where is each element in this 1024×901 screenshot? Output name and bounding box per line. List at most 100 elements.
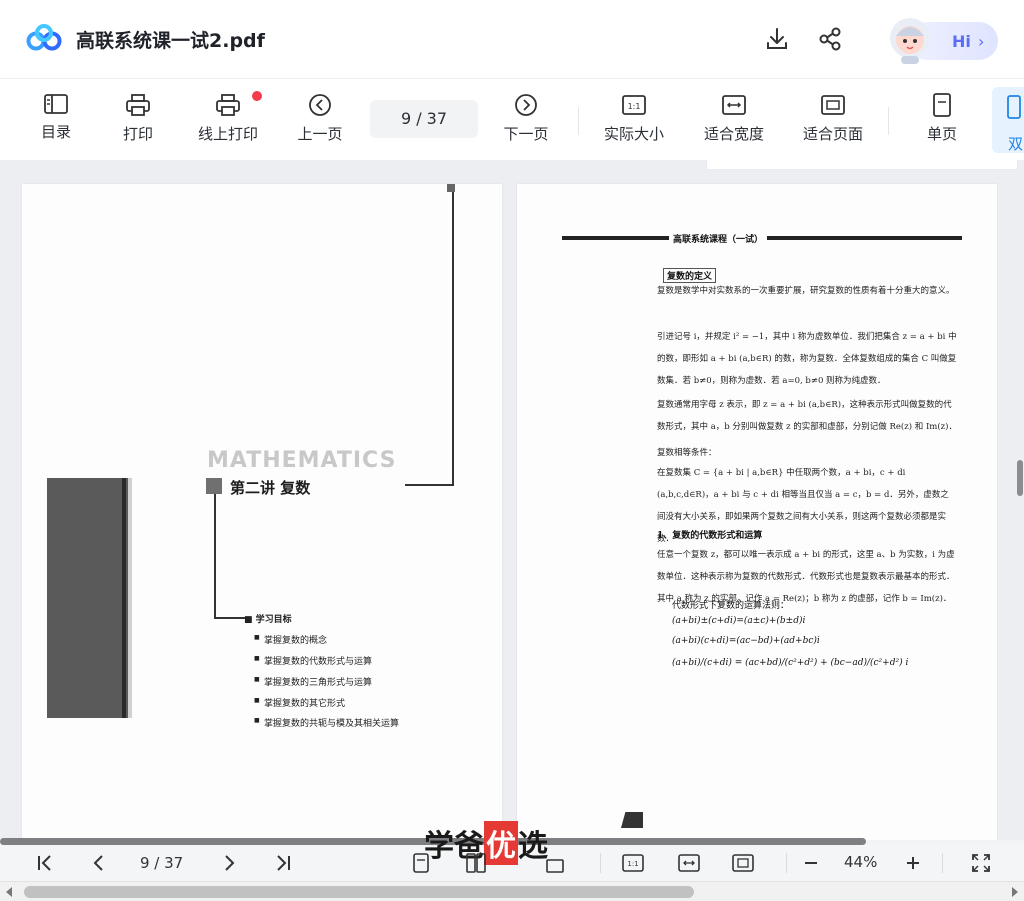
document-viewer[interactable]: MATHEMATICS 第二讲 复数 ■ 学习目标 掌握复数的概念 掌握复数的代… [0, 160, 1024, 840]
page-number-input[interactable]: 9 / 37 [370, 100, 478, 138]
vertical-scroll-thumb[interactable] [1017, 460, 1023, 496]
goals-heading-text: 学习目标 [255, 615, 292, 625]
decor-band-edge [122, 478, 126, 718]
online-print-button[interactable]: 线上打印 [188, 91, 268, 149]
goal-item: 掌握复数的三角形式与运算 [254, 675, 372, 688]
horizontal-scrollbar[interactable] [0, 881, 1024, 901]
fit-width-button[interactable]: 适合宽度 [694, 91, 774, 149]
chevron-left-circle-icon [309, 94, 331, 116]
actual-size-icon: 1:1 [622, 95, 646, 115]
prev-page-label: 上一页 [297, 125, 343, 143]
paragraph: 复数是数学中对实数系的一次重要扩展，研究复数的性质有着十分重大的意义。 [657, 286, 955, 296]
assistant-avatar-icon [890, 18, 930, 64]
goal-item: 掌握复数的其它形式 [254, 696, 345, 709]
single-page-icon [933, 93, 951, 117]
actual-size-label: 实际大小 [603, 125, 664, 143]
lecture-marker [206, 478, 222, 494]
bottom-bar: 学爸优选 9 / 37 1:1 44% [0, 821, 1024, 881]
chevron-right-circle-icon [515, 94, 537, 116]
online-printer-icon [216, 94, 240, 116]
scroll-left-icon[interactable] [6, 887, 12, 897]
svg-text:1:1: 1:1 [628, 102, 641, 111]
dual-page-label: 双 [1008, 135, 1024, 153]
scroll-right-icon[interactable] [1012, 887, 1018, 897]
brand-highlight: 优 [484, 821, 518, 865]
first-page-icon[interactable] [34, 852, 56, 874]
bottom-divider [942, 853, 943, 873]
toc-label: 目录 [40, 123, 71, 141]
fit-width-icon [722, 95, 746, 115]
fit-page-button[interactable]: 适合页面 [793, 91, 873, 149]
app-logo-icon [26, 24, 62, 51]
share-icon[interactable] [817, 26, 843, 52]
equality-heading-text: 复数相等条件： [657, 448, 717, 458]
watermark-word: MATHEMATICS [207, 448, 397, 473]
fit-width-label: 适合宽度 [703, 125, 764, 143]
decor-line [405, 484, 454, 486]
page-corner-mark [621, 812, 643, 828]
svg-text:1:1: 1:1 [627, 860, 638, 868]
section-heading: 1、复数的代数形式和运算 [657, 531, 763, 541]
fit-page-icon [821, 95, 845, 115]
fit-page-label: 适合页面 [802, 125, 863, 143]
single-page-button[interactable]: 单页 [902, 91, 982, 149]
printer-icon [126, 94, 150, 116]
paragraph: 复数通常用字母 z 表示，即 z = a + bi (a,b∈R)，这种表示形式… [657, 400, 957, 432]
next-page-label: 下一页 [503, 125, 549, 143]
scroll-view-icon[interactable] [544, 852, 566, 874]
goal-item: 掌握复数的共轭与模及其相关运算 [254, 716, 399, 729]
assistant-label: Hi [952, 32, 971, 51]
toolbar: 目录 打印 线上打印 上一页 9 / 37 下一页 1:1 实际大小 适合宽度 … [0, 78, 1024, 160]
toolbar-divider [888, 107, 889, 135]
document-title: 高联系统课一试2.pdf [76, 30, 265, 52]
bottom-page-indicator[interactable]: 9 / 37 [140, 854, 183, 872]
actual-size-icon[interactable]: 1:1 [622, 852, 644, 874]
goal-item: 掌握复数的概念 [254, 633, 327, 646]
toc-icon [44, 94, 68, 114]
lecture-title: 第二讲 复数 [230, 479, 311, 497]
chevron-right-icon: › [978, 32, 985, 51]
prev-page-icon[interactable] [88, 852, 110, 874]
floating-panel-edge [706, 160, 1018, 170]
next-page-icon[interactable] [218, 852, 240, 874]
goal-item: 掌握复数的代数形式与运算 [254, 654, 372, 667]
bottom-divider [600, 853, 601, 873]
dual-page-icon [1007, 95, 1021, 119]
single-page-label: 单页 [926, 125, 957, 143]
zoom-out-icon[interactable] [800, 852, 822, 874]
last-page-icon[interactable] [272, 852, 294, 874]
actual-size-button[interactable]: 1:1 实际大小 [594, 91, 674, 149]
formula: (a+bi)(c+di)=(ac−bd)+(ad+bc)i [672, 636, 820, 646]
pdf-page-left: MATHEMATICS 第二讲 复数 ■ 学习目标 掌握复数的概念 掌握复数的代… [22, 184, 502, 840]
toolbar-divider [578, 107, 579, 135]
fit-page-icon[interactable] [732, 852, 754, 874]
single-page-view-icon[interactable] [410, 852, 432, 874]
formula: (a+bi)±(c+di)=(a±c)+(b±d)i [672, 616, 806, 626]
dual-page-button[interactable]: 双 [992, 87, 1024, 153]
title-bar: 高联系统课一试2.pdf Hi › [0, 0, 1024, 78]
decor-square [447, 184, 455, 192]
zoom-in-icon[interactable] [902, 852, 924, 874]
decor-line [214, 494, 216, 619]
fit-width-icon[interactable] [678, 852, 700, 874]
operations-heading: 代数形式下复数的运算法则： [672, 601, 790, 611]
goals-heading: ■ 学习目标 [244, 615, 292, 625]
decor-line [214, 617, 246, 619]
dual-page-view-icon[interactable] [465, 852, 487, 874]
paragraph: 引进记号 i，并规定 i² = −1，其中 i 称为虚数单位．我们把集合 z =… [657, 332, 957, 386]
running-head: 高联系统课程（一试） [669, 232, 768, 245]
zoom-level[interactable]: 44% [844, 853, 877, 871]
next-page-button[interactable]: 下一页 [486, 91, 566, 149]
assistant-button[interactable]: Hi › [878, 10, 1000, 68]
decor-band-line [128, 478, 132, 718]
toc-button[interactable]: 目录 [16, 91, 96, 149]
horizontal-scroll-thumb[interactable] [24, 886, 694, 898]
bottom-divider [786, 853, 787, 873]
prev-page-button[interactable]: 上一页 [280, 91, 360, 149]
print-button[interactable]: 打印 [98, 91, 178, 149]
print-label: 打印 [122, 125, 153, 143]
formula: (a+bi)/(c+di) = (ac+bd)/(c²+d²) + (bc−ad… [672, 658, 909, 668]
pdf-page-right: 高联系统课程（一试） 复数的定义 复数是数学中对实数系的一次重要扩展，研究复数的… [517, 184, 997, 840]
download-icon[interactable] [764, 26, 790, 52]
fullscreen-icon[interactable] [970, 852, 992, 874]
